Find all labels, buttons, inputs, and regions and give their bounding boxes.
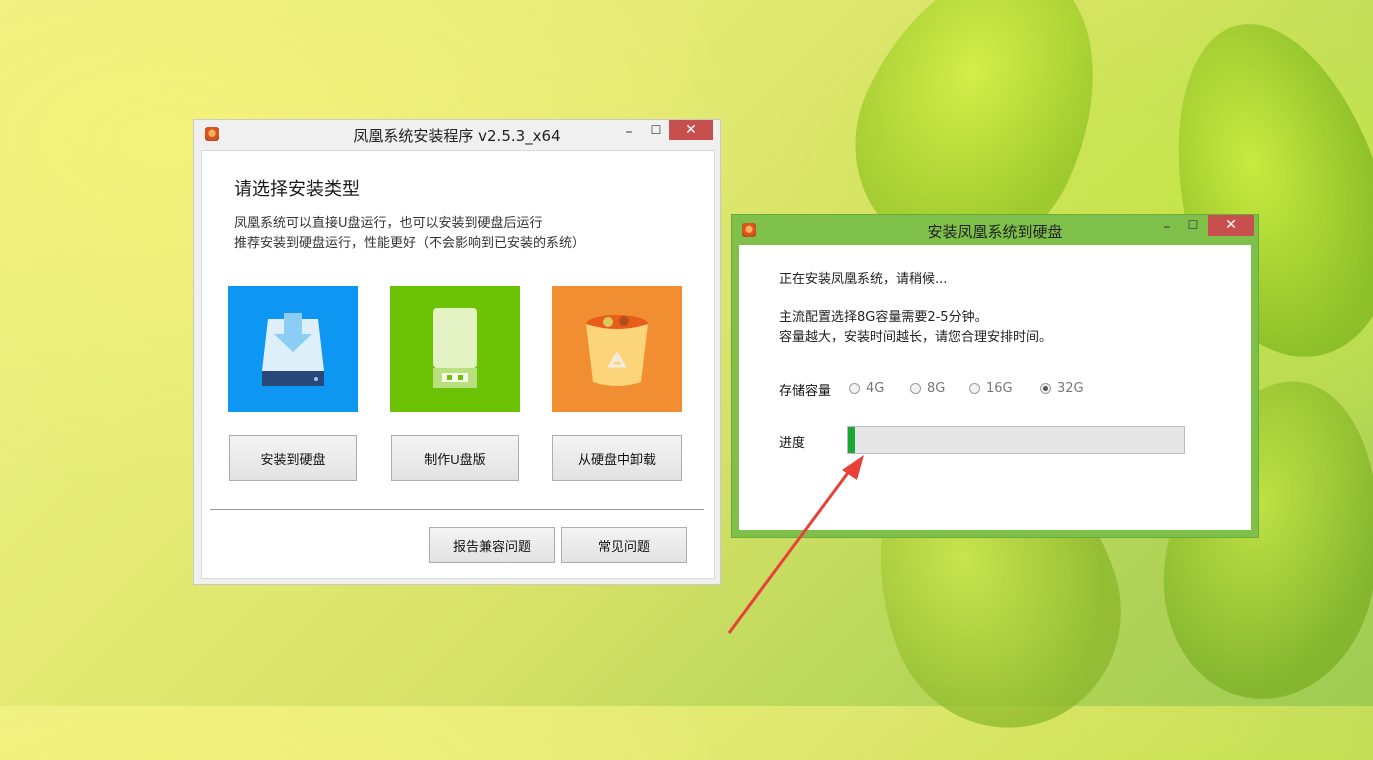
capacity-option-8g[interactable]: 8G bbox=[910, 381, 945, 396]
note-line: 容量越大，安装时间越长，请您合理安排时间。 bbox=[779, 330, 1053, 345]
capacity-option-4g[interactable]: 4G bbox=[849, 381, 884, 396]
install-to-disk-button[interactable]: 安装到硬盘 bbox=[229, 435, 357, 481]
capacity-option-32g[interactable]: 32G bbox=[1040, 381, 1084, 396]
maximize-button[interactable]: ☐ bbox=[1186, 218, 1200, 232]
note-line: 主流配置选择8G容量需要2-5分钟。 bbox=[779, 310, 988, 325]
radio-button[interactable] bbox=[910, 383, 921, 394]
minimize-button[interactable]: – bbox=[1160, 219, 1174, 235]
capacity-option-16g[interactable]: 16G bbox=[969, 381, 1013, 396]
install-dialog-content: 正在安装凤凰系统，请稍候... 主流配置选择8G容量需要2-5分钟。 容量越大，… bbox=[739, 245, 1251, 530]
uninstall-tile[interactable] bbox=[552, 286, 682, 412]
radio-label: 32G bbox=[1057, 381, 1084, 396]
radio-label: 16G bbox=[986, 381, 1013, 396]
progress-bar bbox=[847, 426, 1185, 454]
faq-button[interactable]: 常见问题 bbox=[561, 527, 687, 563]
install-dialog-titlebar: 安装凤凰系统到硬盘 – ☐ ✕ bbox=[732, 215, 1258, 243]
description-line: 推荐安装到硬盘运行，性能更好（不会影响到已安装的系统） bbox=[234, 236, 586, 251]
make-usb-button[interactable]: 制作U盘版 bbox=[391, 435, 519, 481]
minimize-button[interactable]: – bbox=[622, 124, 636, 140]
radio-label: 8G bbox=[927, 381, 946, 396]
installer-titlebar: 凤凰系统安装程序 v2.5.3_x64 – ☐ ✕ bbox=[194, 120, 720, 148]
dialog-title: 安装凤凰系统到硬盘 bbox=[927, 223, 1063, 241]
install-dialog-window: 安装凤凰系统到硬盘 – ☐ ✕ 正在安装凤凰系统，请稍候... 主流配置选择8G… bbox=[731, 214, 1259, 538]
maximize-button[interactable]: ☐ bbox=[649, 123, 663, 137]
report-compatibility-button[interactable]: 报告兼容问题 bbox=[429, 527, 555, 563]
radio-button-selected[interactable] bbox=[1040, 383, 1051, 394]
close-button[interactable]: ✕ bbox=[669, 120, 713, 140]
divider bbox=[210, 509, 704, 510]
installer-window: 凤凰系统安装程序 v2.5.3_x64 – ☐ ✕ 请选择安装类型 凤凰系统可以… bbox=[193, 119, 721, 585]
make-usb-tile[interactable] bbox=[390, 286, 520, 412]
progress-label: 进度 bbox=[779, 436, 806, 451]
radio-button[interactable] bbox=[849, 383, 860, 394]
usb-drive-icon bbox=[433, 308, 477, 388]
radio-label: 4G bbox=[866, 381, 885, 396]
page-title: 请选择安装类型 bbox=[234, 179, 360, 200]
hard-disk-download-icon bbox=[262, 313, 324, 386]
uninstall-button[interactable]: 从硬盘中卸载 bbox=[552, 435, 682, 481]
recycle-bin-icon bbox=[586, 315, 648, 386]
status-text: 正在安装凤凰系统，请稍候... bbox=[779, 272, 948, 287]
capacity-label: 存储容量 bbox=[779, 384, 832, 399]
radio-button[interactable] bbox=[969, 383, 980, 394]
progress-fill bbox=[848, 427, 855, 453]
install-to-disk-tile[interactable] bbox=[228, 286, 358, 412]
close-button[interactable]: ✕ bbox=[1208, 215, 1254, 236]
installer-content: 请选择安装类型 凤凰系统可以直接U盘运行，也可以安装到硬盘后运行 推荐安装到硬盘… bbox=[201, 150, 715, 579]
description-line: 凤凰系统可以直接U盘运行，也可以安装到硬盘后运行 bbox=[234, 216, 543, 231]
window-title: 凤凰系统安装程序 v2.5.3_x64 bbox=[353, 127, 561, 145]
